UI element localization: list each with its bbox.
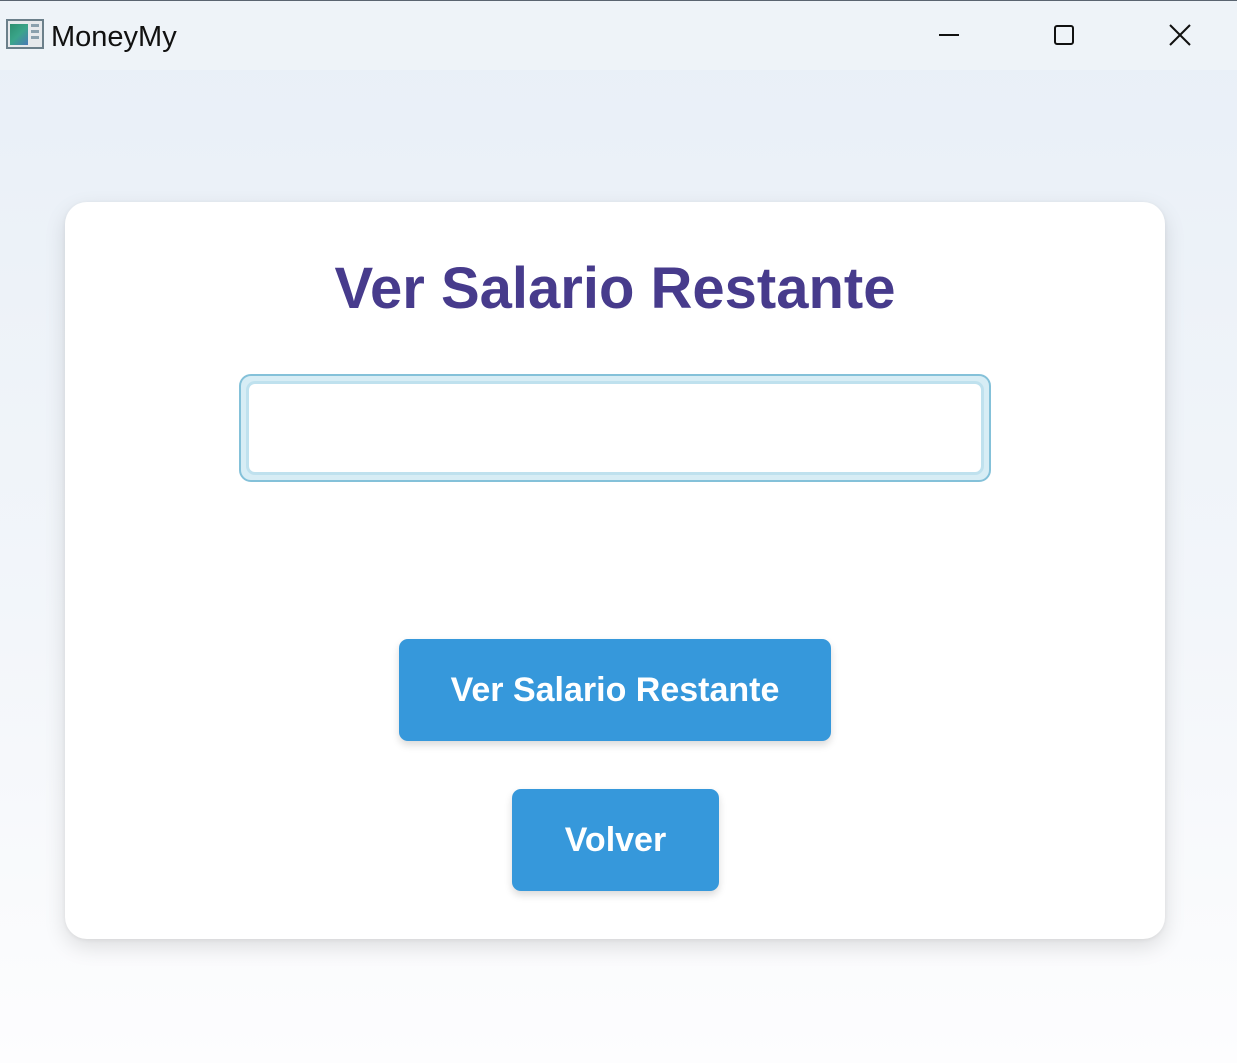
back-button[interactable]: Volver bbox=[512, 789, 719, 891]
view-remaining-salary-button[interactable]: Ver Salario Restante bbox=[399, 639, 831, 741]
page-title: Ver Salario Restante bbox=[334, 256, 896, 321]
main-card: Ver Salario Restante Ver Salario Restant… bbox=[65, 202, 1165, 939]
minimize-icon bbox=[939, 34, 959, 36]
app-icon bbox=[6, 19, 44, 49]
close-icon bbox=[1169, 24, 1191, 46]
maximize-icon bbox=[1054, 25, 1074, 45]
title-bar[interactable]: MoneyMy bbox=[0, 0, 1237, 70]
close-button[interactable] bbox=[1150, 9, 1210, 61]
maximize-button[interactable] bbox=[1034, 9, 1094, 61]
salary-input-wrapper bbox=[239, 374, 991, 482]
minimize-button[interactable] bbox=[919, 9, 979, 61]
window-title: MoneyMy bbox=[51, 21, 177, 53]
salary-input[interactable] bbox=[246, 381, 984, 475]
